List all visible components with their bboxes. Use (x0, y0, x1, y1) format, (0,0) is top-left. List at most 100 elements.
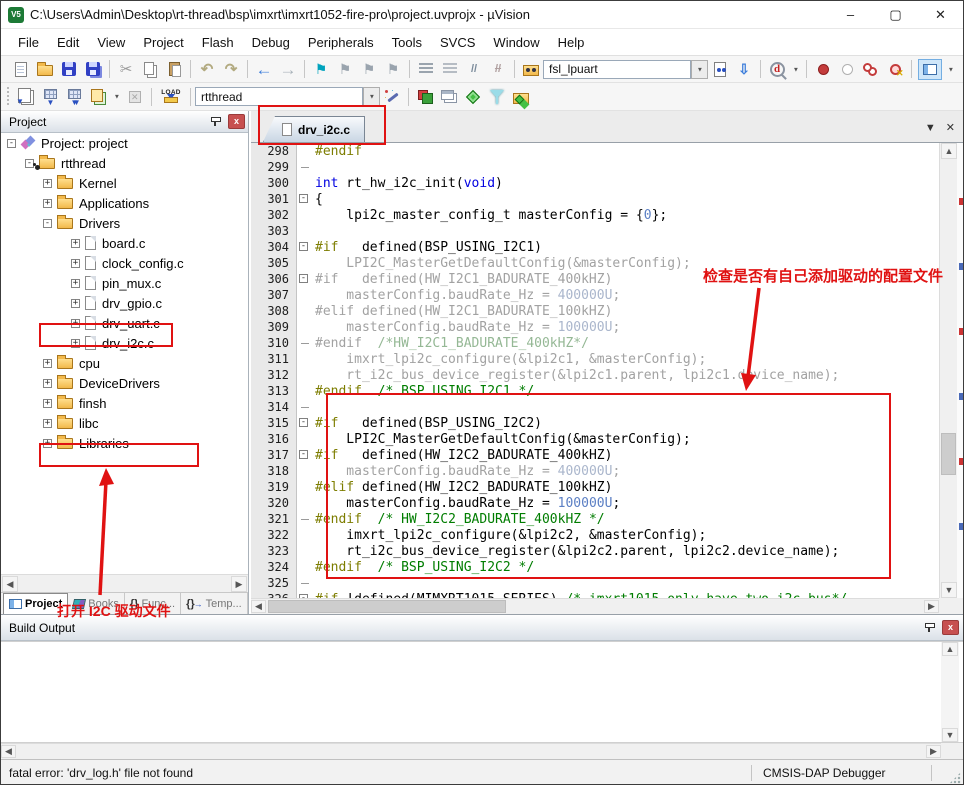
menu-flash[interactable]: Flash (193, 32, 243, 53)
menu-debug[interactable]: Debug (243, 32, 299, 53)
start-stop-debug-icon[interactable]: d (765, 58, 789, 81)
search-combo-dropdown[interactable] (691, 60, 708, 79)
tree-item-cpu[interactable]: +cpu (1, 353, 248, 373)
pack-installer-icon[interactable] (509, 85, 533, 108)
options-for-target-icon[interactable] (380, 85, 404, 108)
navigate-forward-icon[interactable] (276, 58, 300, 81)
tree-item-kernel[interactable]: +Kernel (1, 173, 248, 193)
code-line[interactable]: 304-#if defined(BSP_USING_I2C1) (251, 239, 939, 255)
code-line[interactable]: 319#elif defined(HW_I2C2_BADURATE_100kHZ… (251, 479, 939, 495)
expand-icon[interactable]: + (71, 299, 80, 308)
tree-item-finsh[interactable]: +finsh (1, 393, 248, 413)
open-file-icon[interactable] (33, 58, 57, 81)
maximize-button[interactable]: ▢ (873, 1, 918, 28)
project-panel-close-icon[interactable]: x (228, 114, 245, 129)
menu-file[interactable]: File (9, 32, 48, 53)
fold-collapse-icon[interactable]: - (299, 450, 308, 459)
tree-item-drv-i2c-c[interactable]: +drv_i2c.c (1, 333, 248, 353)
paste-icon[interactable] (162, 58, 186, 81)
tree-item-libc[interactable]: +libc (1, 413, 248, 433)
tree-item-project-project[interactable]: -Project: project (1, 133, 248, 153)
redo-icon[interactable] (219, 58, 243, 81)
disable-breakpoint-icon[interactable] (835, 58, 859, 81)
expand-icon[interactable]: + (71, 319, 80, 328)
build-output-close-icon[interactable]: x (942, 620, 959, 635)
tab-temp[interactable]: {}Temp... (181, 593, 248, 614)
window-layout-dropdown-icon[interactable] (944, 58, 957, 81)
code-area[interactable]: 298#endif299300int rt_hw_i2c_init(void)3… (251, 143, 939, 598)
incremental-find-icon[interactable] (732, 58, 756, 81)
menu-project[interactable]: Project (134, 32, 192, 53)
fold-collapse-icon[interactable]: - (299, 194, 308, 203)
target-combo-dropdown[interactable] (363, 87, 380, 106)
tab-func[interactable]: {}Func... (125, 593, 181, 614)
previous-bookmark-icon[interactable] (333, 58, 357, 81)
undo-icon[interactable] (195, 58, 219, 81)
build-icon[interactable] (38, 85, 62, 108)
scroll-up-icon[interactable]: ▲ (942, 642, 958, 656)
scroll-left-icon[interactable]: ◀ (1, 745, 16, 758)
tree-item-board-c[interactable]: +board.c (1, 233, 248, 253)
translate-file-icon[interactable] (14, 85, 38, 108)
code-line[interactable]: 305 LPI2C_MasterGetDefaultConfig(&master… (251, 255, 939, 271)
code-line[interactable]: 312 rt_i2c_bus_device_register(&lpi2c1.p… (251, 367, 939, 383)
save-all-icon[interactable] (81, 58, 105, 81)
expand-icon[interactable]: + (43, 179, 52, 188)
tree-item-pin-mux-c[interactable]: +pin_mux.c (1, 273, 248, 293)
code-line[interactable]: 320 masterConfig.baudRate_Hz = 100000U; (251, 495, 939, 511)
scroll-right-icon[interactable]: ▶ (926, 745, 941, 758)
copy-icon[interactable] (138, 58, 162, 81)
expand-icon[interactable]: + (71, 259, 80, 268)
project-hscrollbar[interactable]: ◀ ▶ (1, 574, 248, 592)
scroll-down-icon[interactable]: ▼ (942, 728, 958, 742)
menu-tools[interactable]: Tools (383, 32, 431, 53)
tree-item-applications[interactable]: +Applications (1, 193, 248, 213)
tab-project[interactable]: Project (3, 593, 68, 614)
new-file-icon[interactable] (9, 58, 33, 81)
scroll-right-icon[interactable]: ▶ (231, 576, 247, 592)
code-line[interactable]: 314 (251, 399, 939, 415)
toolbar-grip-2[interactable] (6, 87, 11, 107)
unindent-icon[interactable] (414, 58, 438, 81)
fold-collapse-icon[interactable]: - (299, 242, 308, 251)
target-combo[interactable]: rtthread (195, 87, 363, 106)
resize-grip[interactable] (949, 772, 961, 784)
expand-icon[interactable]: + (43, 419, 52, 428)
search-combo[interactable]: fsl_lpuart (543, 60, 691, 79)
code-line[interactable]: 317-#if defined(HW_I2C2_BADURATE_400kHZ) (251, 447, 939, 463)
code-line[interactable]: 303 (251, 223, 939, 239)
collapse-icon[interactable]: - (25, 159, 34, 168)
clear-bookmarks-icon[interactable] (381, 58, 405, 81)
menu-svcs[interactable]: SVCS (431, 32, 484, 53)
code-line[interactable]: 310#endif /*HW_I2C1_BADURATE_400kHZ*/ (251, 335, 939, 351)
debug-dropdown-icon[interactable] (789, 58, 802, 81)
code-line[interactable]: 324#endif /* BSP_USING_I2C2 */ (251, 559, 939, 575)
code-line[interactable]: 300int rt_hw_i2c_init(void) (251, 175, 939, 191)
code-line[interactable]: 306-#if defined(HW_I2C1_BADURATE_400kHZ) (251, 271, 939, 287)
code-line[interactable]: 307 masterConfig.baudRate_Hz = 400000U; (251, 287, 939, 303)
tree-item-devicedrivers[interactable]: +DeviceDrivers (1, 373, 248, 393)
build-output-hscrollbar[interactable]: ◀ ▶ (1, 743, 941, 759)
menu-view[interactable]: View (88, 32, 134, 53)
manage-project-items-icon[interactable] (413, 85, 437, 108)
code-line[interactable]: 313#endif /* BSP USING I2C1 */ (251, 383, 939, 399)
scroll-up-icon[interactable]: ▲ (941, 143, 957, 159)
tree-item-drv-uart-c[interactable]: +drv_uart.c (1, 313, 248, 333)
batch-build-icon[interactable] (86, 85, 110, 108)
insert-bookmark-icon[interactable] (309, 58, 333, 81)
code-line[interactable]: 321#endif /* HW_I2C2_BADURATE_400kHZ */ (251, 511, 939, 527)
code-line[interactable]: 308#elif defined(HW_I2C1_BADURATE_100kHZ… (251, 303, 939, 319)
expand-icon[interactable]: + (43, 439, 52, 448)
collapse-icon[interactable]: - (7, 139, 16, 148)
next-bookmark-icon[interactable] (357, 58, 381, 81)
collapse-icon[interactable]: - (43, 219, 52, 228)
scroll-down-icon[interactable]: ▼ (941, 582, 957, 598)
fold-collapse-icon[interactable]: - (299, 274, 308, 283)
editor-vscrollbar[interactable]: ▲ ▼ (939, 143, 957, 598)
scroll-left-icon[interactable]: ◀ (2, 576, 18, 592)
insert-breakpoint-icon[interactable] (811, 58, 835, 81)
batch-build-dropdown-icon[interactable] (110, 85, 123, 108)
code-line[interactable]: 316 LPI2C_MasterGetDefaultConfig(&master… (251, 431, 939, 447)
tree-item-drv-gpio-c[interactable]: +drv_gpio.c (1, 293, 248, 313)
expand-icon[interactable]: + (43, 199, 52, 208)
